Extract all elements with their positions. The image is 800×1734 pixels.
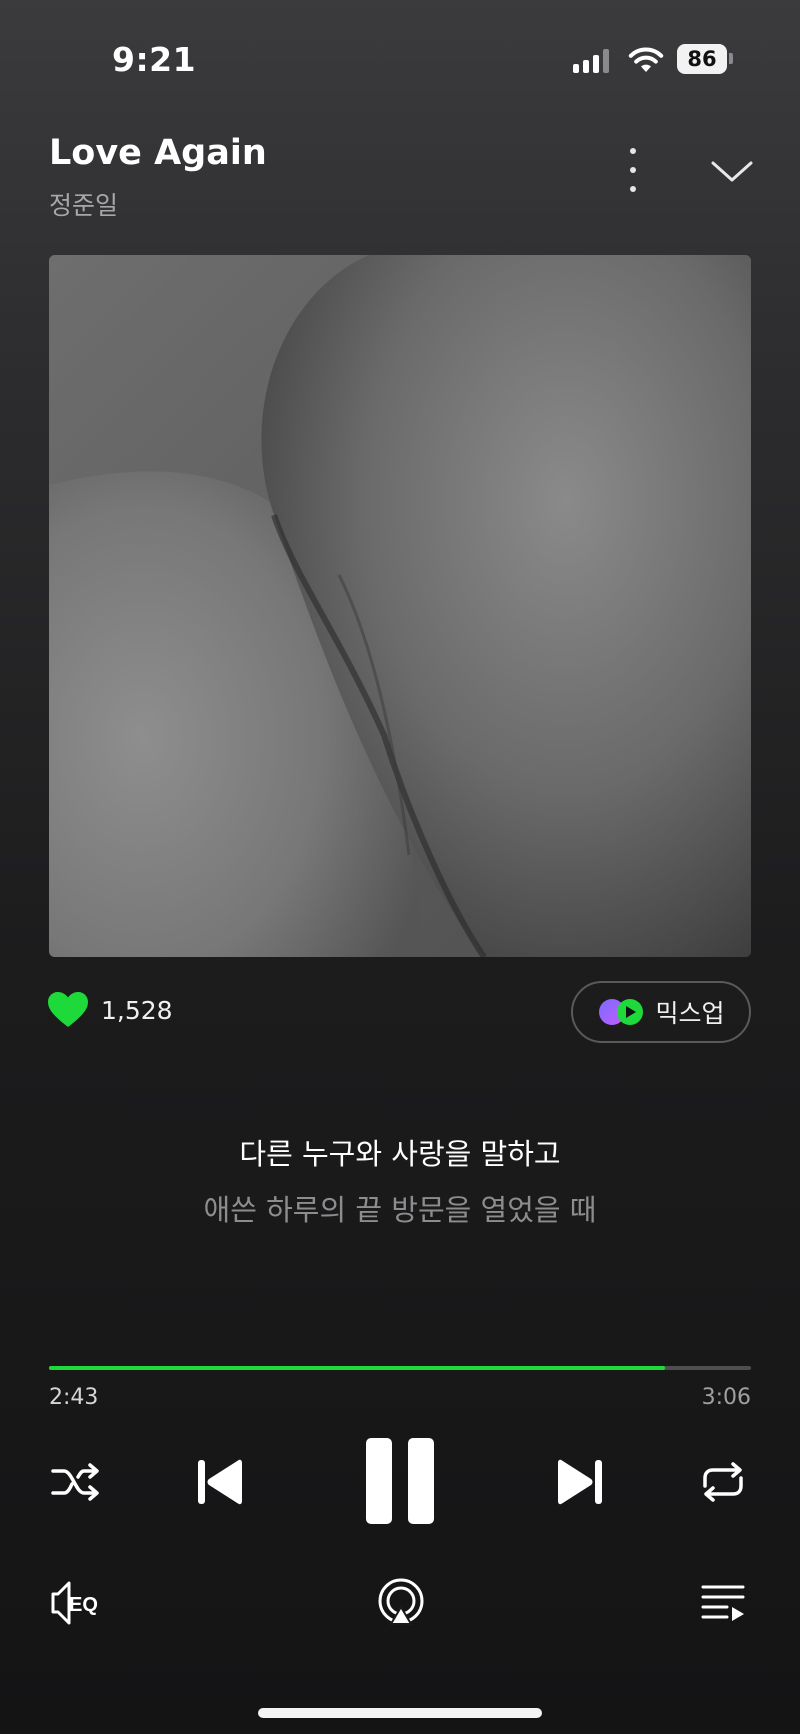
progress-fill <box>49 1366 665 1370</box>
chevron-down-icon[interactable] <box>708 155 756 187</box>
battery-level: 86 <box>677 44 727 74</box>
like-count: 1,528 <box>101 995 173 1025</box>
mixup-icon <box>599 999 644 1025</box>
skip-next-icon[interactable] <box>554 1455 604 1509</box>
wifi-icon <box>628 47 664 72</box>
album-art <box>49 255 751 957</box>
mixup-label: 믹스업 <box>655 999 725 1028</box>
heart-icon <box>48 992 88 1027</box>
lyric-next-line[interactable]: 애쓴 하루의 끝 방문을 열었을 때 <box>0 1187 800 1229</box>
mixup-button[interactable]: 믹스업 <box>571 981 751 1043</box>
repeat-icon[interactable] <box>697 1460 749 1504</box>
song-artist[interactable]: 정준일 <box>49 186 118 222</box>
status-time: 9:21 <box>112 40 197 79</box>
pause-button[interactable] <box>366 1438 434 1524</box>
pause-icon <box>366 1438 392 1524</box>
lyric-current-line[interactable]: 다른 누구와 사랑을 말하고 <box>0 1131 800 1173</box>
eq-icon[interactable]: EQ <box>50 1580 108 1626</box>
svg-text:EQ: EQ <box>69 1594 98 1616</box>
elapsed-time: 2:43 <box>49 1385 99 1410</box>
song-title: Love Again <box>49 133 267 173</box>
cellular-signal-icon <box>573 48 611 73</box>
playlist-icon[interactable] <box>700 1583 746 1623</box>
progress-bar[interactable] <box>49 1366 751 1370</box>
battery-tip <box>729 53 733 64</box>
total-time: 3:06 <box>701 1385 751 1410</box>
more-vertical-icon <box>630 148 636 154</box>
skip-previous-icon[interactable] <box>196 1455 246 1509</box>
like-button[interactable]: 1,528 <box>47 990 173 1030</box>
shuffle-icon[interactable] <box>50 1460 102 1504</box>
more-options-button[interactable] <box>612 148 654 192</box>
home-indicator[interactable] <box>258 1708 542 1718</box>
airplay-icon[interactable] <box>376 1578 426 1628</box>
